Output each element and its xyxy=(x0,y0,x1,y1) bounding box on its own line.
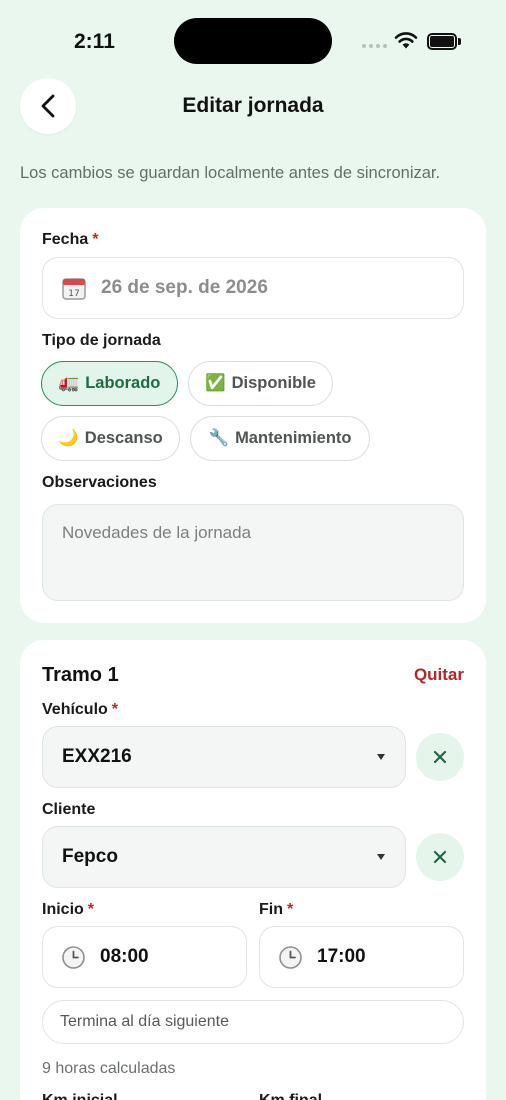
notes-textarea[interactable]: Novedades de la jornada xyxy=(42,504,464,601)
day-details-card: Fecha * 17 26 de sep. de 2026 Tipo de jor… xyxy=(20,208,486,623)
moon-icon: 🌙 xyxy=(58,429,79,447)
notes-placeholder: Novedades de la jornada xyxy=(62,523,252,542)
day-type-label: Tipo de jornada xyxy=(42,332,161,349)
next-day-toggle[interactable]: Termina al día siguiente xyxy=(42,1000,464,1044)
remove-segment-button[interactable]: Quitar xyxy=(414,665,464,685)
chip-laborado[interactable]: 🚛 Laborado xyxy=(41,361,178,406)
close-icon xyxy=(433,850,447,864)
chip-descanso[interactable]: 🌙 Descanso xyxy=(41,416,180,461)
end-label: Fin * xyxy=(259,901,294,918)
required-marker: * xyxy=(92,231,99,248)
caret-down-icon xyxy=(377,854,385,860)
sync-note: Los cambios se guardan localmente antes … xyxy=(20,164,441,182)
clear-client-button[interactable] xyxy=(416,833,464,881)
start-label: Inicio * xyxy=(42,901,95,918)
chip-mantenimiento[interactable]: 🔧 Mantenimiento xyxy=(190,416,370,461)
segment-card: Tramo 1 Quitar Vehículo * EXX216 Cliente … xyxy=(20,640,486,1100)
km-start-label: Km inicial xyxy=(42,1092,118,1100)
page-title: Editar jornada xyxy=(182,94,324,117)
chip-disponible[interactable]: ✅ Disponible xyxy=(188,361,333,406)
next-day-label: Termina al día siguiente xyxy=(60,1013,229,1030)
clear-vehicle-button[interactable] xyxy=(416,733,464,781)
required-marker: * xyxy=(87,901,95,918)
clock-icon xyxy=(62,945,85,969)
vehicle-select[interactable]: EXX216 xyxy=(42,726,406,788)
required-marker: * xyxy=(287,901,294,918)
battery-icon xyxy=(427,33,461,50)
required-marker: * xyxy=(111,701,119,718)
start-time-value: 08:00 xyxy=(100,946,149,967)
check-icon: ✅ xyxy=(205,374,226,392)
km-end-label: Km final xyxy=(259,1092,322,1100)
truck-icon: 🚛 xyxy=(58,374,80,392)
end-time-value: 17:00 xyxy=(317,946,366,967)
status-bar: 2:11 xyxy=(0,0,506,80)
start-time-field[interactable]: 08:00 xyxy=(42,926,247,988)
close-icon xyxy=(433,750,447,764)
vehicle-label: Vehículo * xyxy=(42,701,119,718)
date-field[interactable]: 17 26 de sep. de 2026 xyxy=(42,257,464,319)
date-value: 26 de sep. de 2026 xyxy=(101,277,268,298)
notes-label: Observaciones xyxy=(42,474,157,491)
calculated-hours: 9 horas calculadas xyxy=(42,1060,176,1077)
dynamic-island xyxy=(174,18,332,64)
segment-title: Tramo 1 xyxy=(42,664,119,686)
caret-down-icon xyxy=(377,754,385,760)
vehicle-value: EXX216 xyxy=(62,746,132,767)
clock-icon xyxy=(279,945,302,969)
wifi-icon xyxy=(394,32,418,49)
client-select[interactable]: Fepco xyxy=(42,826,406,888)
client-label: Cliente xyxy=(42,801,96,818)
calendar-icon: 17 xyxy=(62,278,86,300)
status-time: 2:11 xyxy=(74,30,115,53)
cellular-signal-icon xyxy=(362,44,387,48)
end-time-field[interactable]: 17:00 xyxy=(259,926,464,988)
wrench-icon: 🔧 xyxy=(208,429,230,447)
svg-text:17: 17 xyxy=(68,289,79,299)
date-label: Fecha * xyxy=(42,231,99,248)
client-value: Fepco xyxy=(62,846,118,867)
